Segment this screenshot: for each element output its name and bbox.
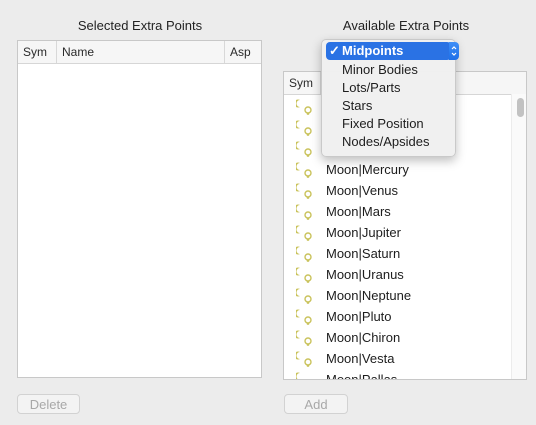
menu-item-lots-parts[interactable]: Lots/Parts [326,79,451,97]
list-item[interactable]: Moon|Pluto [284,306,512,327]
selected-points-title: Selected Extra Points [77,18,203,33]
list-item-label: Moon|Uranus [326,267,404,282]
chevron-updown-icon [451,46,457,56]
table-header: Sym Name Asp [18,41,261,64]
list-item-label: Moon|Jupiter [326,225,401,240]
list-item-label: Moon|Vesta [326,351,395,366]
moon-pluto-icon [294,308,314,326]
list-item[interactable]: Moon|Saturn [284,243,512,264]
list-item[interactable]: Moon|Vesta [284,348,512,369]
selected-points-table[interactable]: Sym Name Asp [17,40,262,378]
column-header-asp[interactable]: Asp [224,41,254,63]
moon-neptune-icon [294,287,314,305]
checkmark-icon: ✓ [329,43,340,58]
list-item-label: Moon|Neptune [326,288,412,303]
available-points-title: Available Extra Points [342,18,470,33]
moon-venus-icon [294,182,314,200]
menu-item-nodes-apsides[interactable]: Nodes/Apsides [326,133,451,151]
moon-mars-icon [294,203,314,221]
menu-item-minor-bodies[interactable]: Minor Bodies [326,61,451,79]
scrollbar-track[interactable] [511,94,526,379]
list-item[interactable]: Moon|Mercury [284,159,512,180]
moon-saturn-icon [294,245,314,263]
category-dropdown-menu[interactable]: ✓ Midpoints Minor Bodies Lots/Parts Star… [321,39,456,157]
scrollbar-thumb[interactable] [517,98,524,117]
list-item-label: Moon|Mercury [326,162,409,177]
list-item[interactable]: Moon|Neptune [284,285,512,306]
moon-sun-midpoint-icon [294,98,314,116]
list-item-label: Moon|Chiron [326,330,401,345]
moon-node-midpoint-icon [294,140,314,158]
moon-jupiter-icon [294,224,314,242]
list-item[interactable]: Moon|Uranus [284,264,512,285]
moon-pallas-icon [294,371,314,379]
list-item-label: Moon|Pluto [326,309,392,324]
list-item-label: Moon|Saturn [326,246,401,261]
moon-chiron-icon [294,329,314,347]
moon-uranus-icon [294,266,314,284]
list-item-label: Moon|Mars [326,204,391,219]
moon-vesta-icon [294,350,314,368]
column-header-name[interactable]: Name [56,41,224,63]
list-item[interactable]: Moon|Jupiter [284,222,512,243]
list-item[interactable]: Moon|Mars [284,201,512,222]
list-item-label: Moon|Pallas [326,372,398,380]
moon-sun-midpoint-icon [294,119,314,137]
dropdown-arrow-button[interactable] [449,42,459,60]
column-header-sym[interactable]: Sym [284,72,320,94]
delete-button[interactable]: Delete [17,394,80,414]
menu-item-stars[interactable]: Stars [326,97,451,115]
list-item[interactable]: Moon|Venus [284,180,512,201]
column-header-sym[interactable]: Sym [18,41,56,63]
list-item-label: Moon|Venus [326,183,399,198]
add-button[interactable]: Add [284,394,348,414]
menu-item-midpoints[interactable]: ✓ Midpoints [326,42,451,60]
moon-mercury-icon [294,161,314,179]
list-item[interactable]: Moon|Chiron [284,327,512,348]
menu-item-fixed-position[interactable]: Fixed Position [326,115,451,133]
list-item[interactable]: Moon|Pallas [284,369,512,380]
